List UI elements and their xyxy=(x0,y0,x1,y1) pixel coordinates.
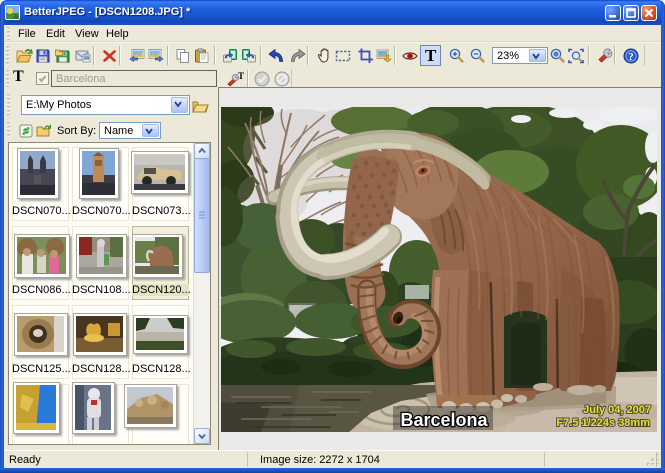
svg-text:F7.5 1/224s 38mm: F7.5 1/224s 38mm xyxy=(556,417,650,429)
svg-text:T: T xyxy=(238,71,244,81)
svg-text:Barcelona: Barcelona xyxy=(400,410,488,430)
svg-text:July 04, 2007: July 04, 2007 xyxy=(583,404,651,416)
svg-text:?: ? xyxy=(628,51,634,63)
